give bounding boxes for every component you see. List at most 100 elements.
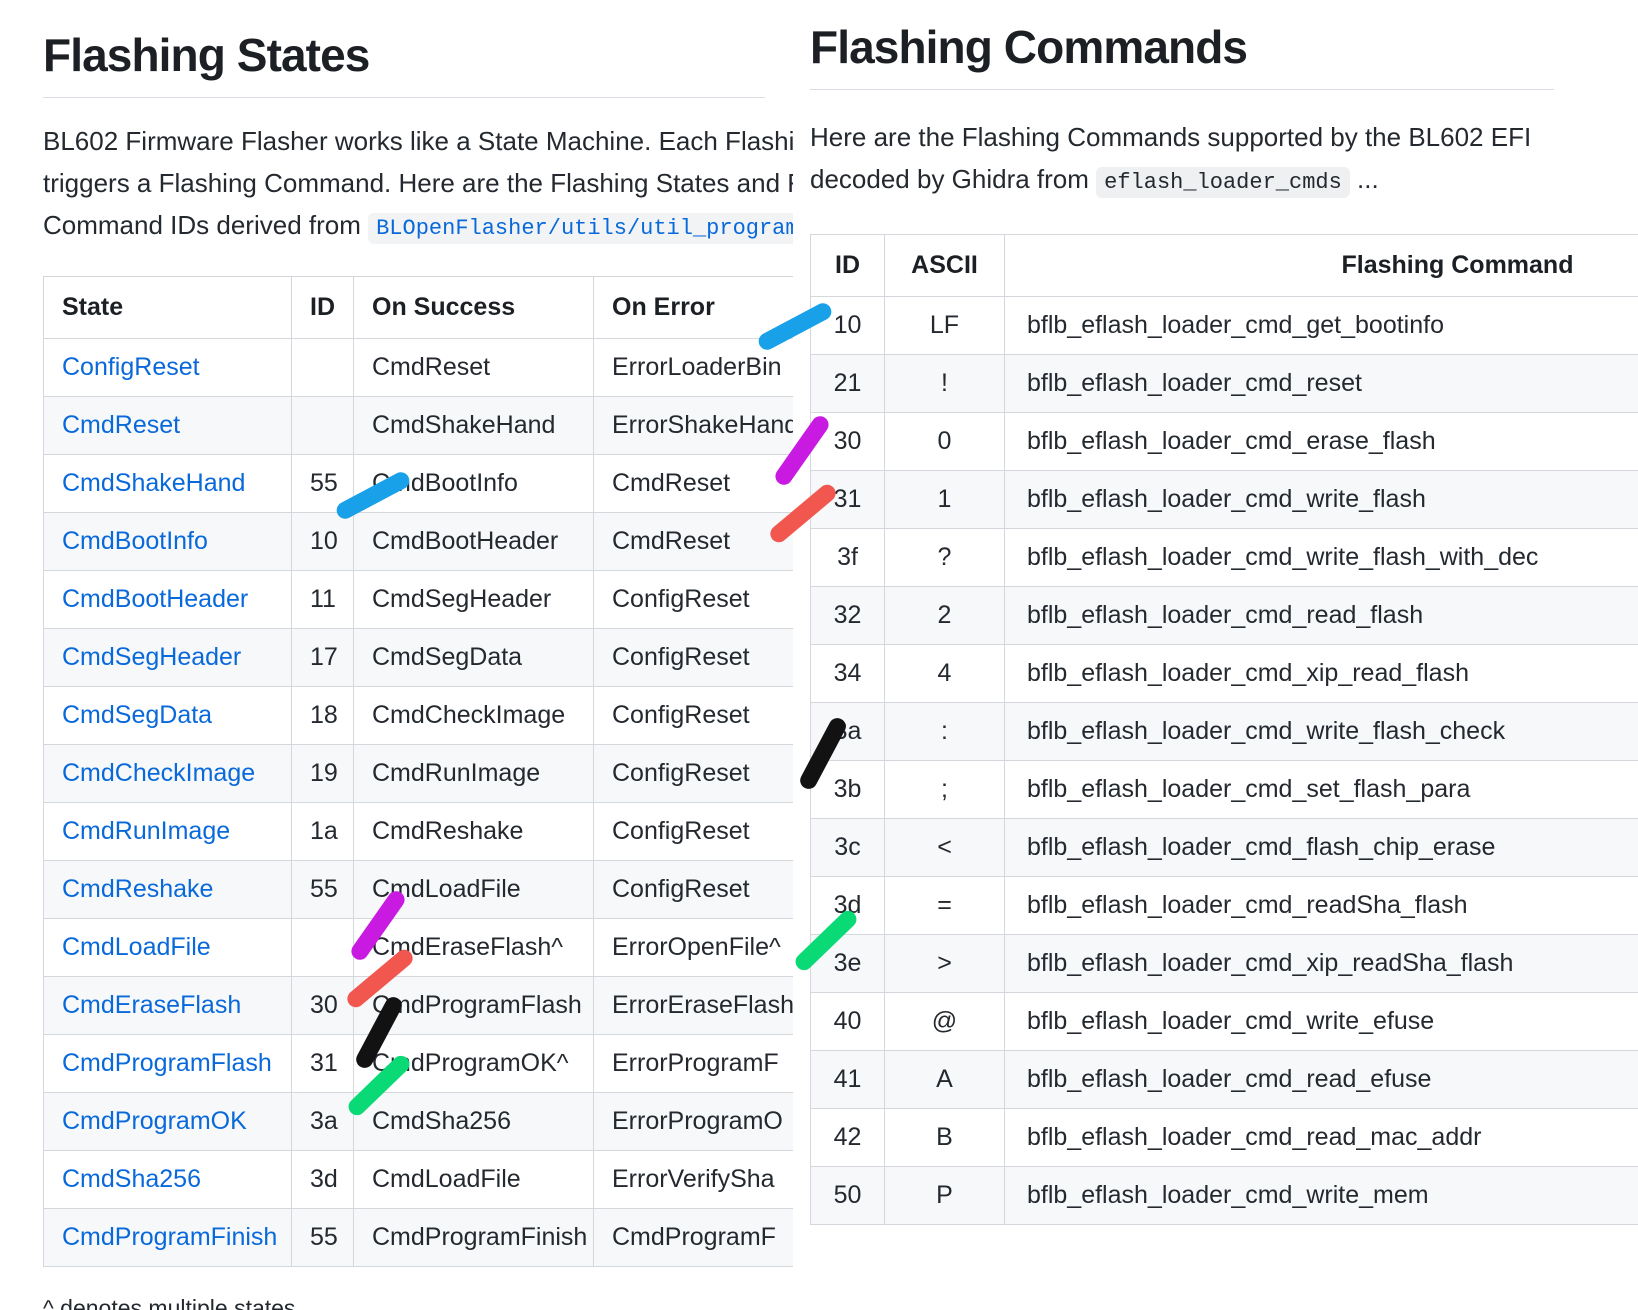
table-row: CmdEraseFlash 30 CmdProgramFlash ErrorErase… [43, 976, 793, 1036]
cell-flashing-command: bflb_eflash_loader_cmd_xip_readSha_flash [1004, 934, 1638, 994]
cell-state: CmdBootInfo [43, 512, 292, 572]
state-link[interactable]: CmdBootInfo [62, 527, 208, 555]
state-link[interactable]: CmdProgramFinish [62, 1223, 277, 1251]
state-link[interactable]: ConfigReset [62, 353, 200, 381]
util-program-link[interactable]: BLOpenFlasher/utils/util_program.go [368, 212, 793, 244]
cell-state: CmdSegHeader [43, 628, 292, 688]
table-row: CmdProgramFinish 55 CmdProgramFinish CmdPro… [43, 1208, 793, 1268]
cell-on-success: CmdLoadFile [353, 860, 594, 920]
cell-cmd-id: 3a [810, 702, 885, 762]
cell-state: CmdBootHeader [43, 570, 292, 630]
state-link[interactable]: CmdShakeHand [62, 469, 245, 497]
cell-id: 3a [291, 1092, 354, 1152]
cell-state: CmdRunImage [43, 802, 292, 862]
state-link[interactable]: CmdSegHeader [62, 643, 241, 671]
state-link[interactable]: CmdCheckImage [62, 759, 255, 787]
cell-flashing-command: bflb_eflash_loader_cmd_read_mac_addr [1004, 1108, 1638, 1168]
cell-state: CmdProgramFlash [43, 1034, 292, 1094]
title-divider [43, 96, 765, 98]
cell-id: 19 [291, 744, 354, 804]
cell-flashing-command: bflb_eflash_loader_cmd_write_flash_check [1004, 702, 1638, 762]
cell-on-error: ErrorProgramF [593, 1034, 793, 1094]
cell-flashing-command: bflb_eflash_loader_cmd_write_mem [1004, 1166, 1638, 1226]
table-header-row: State ID On Success On Error [43, 276, 793, 340]
table-row: 41 Abflb_eflash_loader_cmd_read_efuse [810, 1050, 1638, 1110]
cell-ascii: B [884, 1108, 1005, 1168]
flashing-commands-intro: Here are the Flashing Commands supported… [810, 116, 1638, 201]
cell-id [291, 396, 354, 456]
cell-ascii: @ [884, 992, 1005, 1052]
table-row: CmdCheckImage 19 CmdRunImage ConfigReset [43, 744, 793, 804]
cell-on-success: CmdBootHeader [353, 512, 594, 572]
cell-ascii: : [884, 702, 1005, 762]
state-link[interactable]: CmdBootHeader [62, 585, 248, 613]
table-row: 34 4 bflb_eflash_loader_cmd_xip_read_flash [810, 644, 1638, 704]
state-link[interactable]: CmdRunImage [62, 817, 230, 845]
table-row: 40 @ bflb_eflash_loader_cmd_write_efuse [810, 992, 1638, 1052]
table-row: ConfigReset CmdReset ErrorLoaderBin [43, 338, 793, 398]
table-row: CmdReshake 55 CmdLoadFile ConfigReset [43, 860, 793, 920]
cell-on-error: ErrorOpenFile^ [593, 918, 793, 978]
cell-ascii: ; [884, 760, 1005, 820]
cell-state: CmdSha256 [43, 1150, 292, 1210]
cell-flashing-command: bflb_eflash_loader_cmd_erase_flash [1004, 412, 1638, 472]
cell-on-error: ErrorShakeHand [593, 396, 793, 456]
cell-on-error: ErrorEraseFlash [593, 976, 793, 1036]
cell-id [291, 918, 354, 978]
intro-line-3-prefix: Command IDs derived from [43, 209, 369, 240]
cell-ascii: > [884, 934, 1005, 994]
cell-ascii: 0 [884, 412, 1005, 472]
cell-on-success: CmdSegHeader [353, 570, 594, 630]
page-title-flashing-commands: Flashing Commands [810, 21, 1248, 73]
state-link[interactable]: CmdProgramFlash [62, 1049, 272, 1077]
cell-cmd-id: 32 [810, 586, 885, 646]
cell-state: CmdSegData [43, 686, 292, 746]
table-row: CmdLoadFile CmdEraseFlash^ ErrorOpenFile^ [43, 918, 793, 978]
cell-flashing-command: bflb_eflash_loader_cmd_write_flash_with_… [1004, 528, 1638, 588]
table-row: 21! bflb_eflash_loader_cmd_reset [810, 354, 1638, 414]
cell-ascii: A [884, 1050, 1005, 1110]
table-row: 3a: bflb_eflash_loader_cmd_write_flash_ch… [810, 702, 1638, 762]
cell-id: 55 [291, 1208, 354, 1268]
cell-id: 18 [291, 686, 354, 746]
cell-on-success: CmdBootInfo [353, 454, 594, 514]
state-link[interactable]: CmdProgramOK [62, 1107, 247, 1135]
table-row: CmdProgramFlash 31 CmdProgramOK^ ErrorProgr… [43, 1034, 793, 1094]
state-link[interactable]: CmdReshake [62, 875, 213, 903]
cell-flashing-command: bflb_eflash_loader_cmd_xip_read_flash [1004, 644, 1638, 704]
cell-id: 55 [291, 454, 354, 514]
state-link[interactable]: CmdSha256 [62, 1165, 201, 1193]
cell-cmd-id: 30 [810, 412, 885, 472]
table-row: 3d = bflb_eflash_loader_cmd_readSha_flash [810, 876, 1638, 936]
cell-on-error: CmdReset [593, 512, 793, 572]
cell-state: CmdLoadFile [43, 918, 292, 978]
state-link[interactable]: CmdSegData [62, 701, 212, 729]
cell-state: CmdEraseFlash [43, 976, 292, 1036]
flashing-states-intro: BL602 Firmware Flasher works like a Stat… [43, 120, 793, 247]
cell-flashing-command: bflb_eflash_loader_cmd_get_bootinfo [1004, 296, 1638, 356]
cell-on-success: CmdShakeHand [353, 396, 594, 456]
cell-state: ConfigReset [43, 338, 292, 398]
cell-ascii: < [884, 818, 1005, 878]
cell-ascii: LF [884, 296, 1005, 356]
cell-id: 1a [291, 802, 354, 862]
cell-ascii: ? [884, 528, 1005, 588]
cell-cmd-id: 41 [810, 1050, 885, 1110]
state-link[interactable]: CmdLoadFile [62, 933, 211, 961]
header-state: State [43, 276, 292, 340]
footnote-multiple-states: ^ denotes multiple states [43, 1295, 296, 1310]
cell-flashing-command: bflb_eflash_loader_cmd_reset [1004, 354, 1638, 414]
cell-ascii: 1 [884, 470, 1005, 530]
cell-state: CmdCheckImage [43, 744, 292, 804]
cell-on-success: CmdReshake [353, 802, 594, 862]
table-row: 32 2 bflb_eflash_loader_cmd_read_flash [810, 586, 1638, 646]
flashing-commands-panel: Flashing Commands Here are the Flashing … [810, 0, 1638, 1310]
cell-cmd-id: 3b [810, 760, 885, 820]
cell-ascii: P [884, 1166, 1005, 1226]
state-link[interactable]: CmdReset [62, 411, 180, 439]
cell-on-error: CmdProgramF [593, 1208, 793, 1268]
cell-cmd-id: 42 [810, 1108, 885, 1168]
state-link[interactable]: CmdEraseFlash [62, 991, 241, 1019]
flashing-states-table: State ID On Success On Error ConfigReset… [43, 276, 793, 1268]
cell-on-success: CmdProgramOK^ [353, 1034, 594, 1094]
